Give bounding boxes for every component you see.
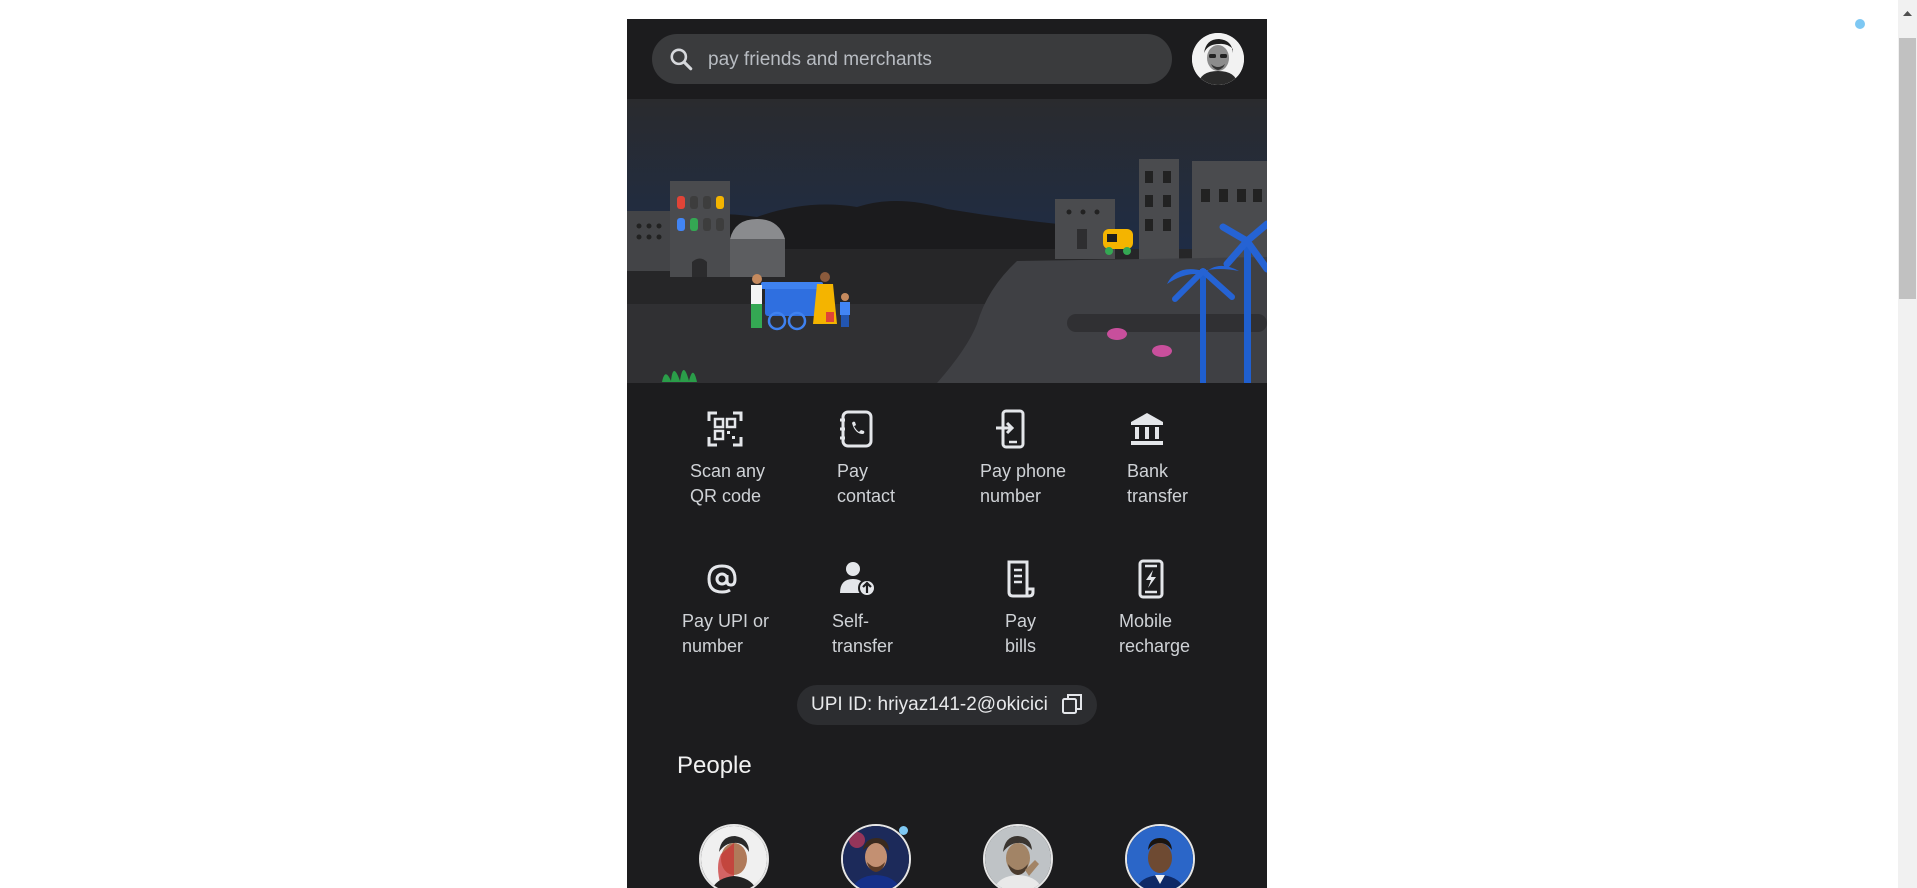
copy-icon[interactable] <box>1060 692 1084 716</box>
action-pay-contact-line1: Pay <box>837 461 869 481</box>
action-mobile-recharge-line2: recharge <box>1119 636 1191 656</box>
action-bank-transfer-line2: transfer <box>1127 486 1189 506</box>
action-self-transfer-line1: Self- <box>832 611 870 631</box>
action-pay-bills-line1: Pay <box>1005 611 1037 631</box>
action-pay-phone-line2: number <box>980 486 1042 506</box>
action-pay-phone[interactable]: Pay phone number <box>980 409 1120 529</box>
search-bar[interactable] <box>652 34 1172 86</box>
person-avatar-3[interactable] <box>983 824 1053 888</box>
scroll-up-arrow-icon[interactable] <box>1899 6 1916 20</box>
action-pay-upi-line2: number <box>682 636 744 656</box>
action-scan-qr-line2: QR code <box>690 486 762 506</box>
hero-banner <box>627 99 1267 383</box>
action-mobile-recharge-line1: Mobile <box>1119 611 1173 631</box>
action-pay-bills-line2: bills <box>1005 636 1037 656</box>
action-self-transfer[interactable]: Self- transfer <box>832 559 972 679</box>
phone-transfer-icon <box>996 409 1025 449</box>
gpay-app: Scan any QR code Pay contact Pay phone n… <box>627 19 1267 888</box>
action-bank-transfer-line1: Bank <box>1127 461 1169 481</box>
page-scrollbar-thumb[interactable] <box>1899 38 1916 299</box>
profile-avatar-image <box>1192 33 1244 85</box>
person-avatar-2-notification-dot <box>899 826 908 835</box>
action-scan-qr[interactable]: Scan any QR code <box>687 409 827 529</box>
action-scan-qr-line1: Scan any <box>690 461 766 481</box>
action-self-transfer-line2: transfer <box>832 636 894 656</box>
action-mobile-recharge[interactable]: Mobile recharge <box>1119 559 1259 679</box>
at-sign-icon <box>707 564 737 594</box>
person-avatar-3-image <box>985 826 1051 888</box>
action-pay-upi-line1: Pay UPI or <box>682 611 770 631</box>
mobile-recharge-icon <box>1138 559 1164 599</box>
people-section-title: People <box>677 752 752 779</box>
upi-id-text: UPI ID: hriyaz141-2@okicici <box>811 694 1048 715</box>
night-street-illustration <box>627 99 1267 383</box>
person-avatar-2-image <box>843 826 909 888</box>
action-bank-transfer[interactable]: Bank transfer <box>1127 409 1267 529</box>
search-input[interactable] <box>706 34 1160 86</box>
profile-avatar[interactable] <box>1192 33 1244 85</box>
qr-scan-icon <box>707 411 743 447</box>
person-avatar-1-image <box>701 826 767 888</box>
bill-receipt-icon <box>1007 560 1035 598</box>
browser-notification-dot <box>1855 19 1865 29</box>
self-transfer-icon <box>840 562 876 597</box>
contact-book-icon <box>840 410 873 448</box>
upi-id-chip[interactable]: UPI ID: hriyaz141-2@okicici <box>797 685 1097 725</box>
person-avatar-4-image <box>1127 826 1193 888</box>
person-avatar-1[interactable] <box>699 824 769 888</box>
action-pay-phone-line1: Pay phone <box>980 461 1067 481</box>
action-pay-upi[interactable]: Pay UPI or number <box>682 559 822 679</box>
action-pay-contact[interactable]: Pay contact <box>837 409 977 529</box>
top-bar <box>627 19 1267 99</box>
person-avatar-4[interactable] <box>1125 824 1195 888</box>
search-icon <box>670 48 693 71</box>
bank-icon <box>1131 413 1163 445</box>
action-pay-contact-line2: contact <box>837 486 896 506</box>
